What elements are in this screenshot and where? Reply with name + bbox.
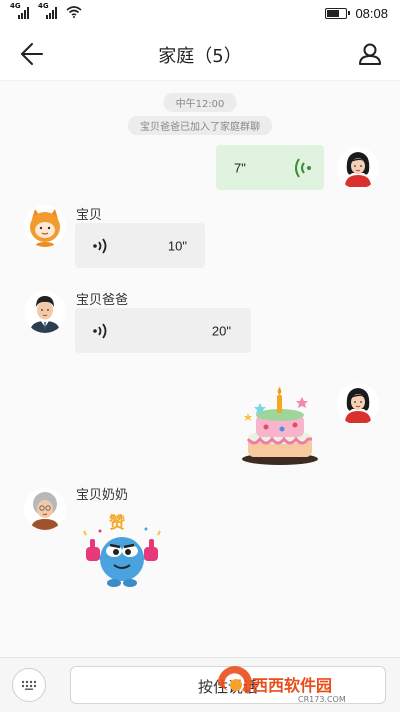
keyboard-toggle-button[interactable] — [12, 668, 46, 702]
input-bar: 按住说话 西西软件园 CR173.COM — [0, 657, 400, 712]
voice-wave-icon — [93, 322, 107, 339]
group-members-button[interactable] — [356, 40, 384, 68]
birthday-cake-icon — [242, 387, 318, 465]
system-notice: 宝贝爸爸已加入了家庭群聊 — [128, 116, 272, 135]
status-bar: 4G 4G 08:08 — [0, 0, 400, 28]
grandma-avatar-icon — [31, 492, 59, 530]
avatar-baby[interactable] — [24, 205, 66, 247]
sticker-caption: 赞 — [109, 513, 126, 532]
time-pill: 中午12:00 — [163, 93, 237, 112]
avatar-grandma[interactable] — [24, 488, 66, 530]
voice-duration: 20" — [211, 323, 231, 338]
avatar-dad[interactable] — [24, 291, 66, 333]
sticker-thumbs-up-monster[interactable]: 赞 — [76, 509, 168, 591]
avatar-me[interactable] — [337, 383, 379, 425]
sticker-birthday-cake[interactable] — [238, 383, 320, 469]
chat-area[interactable]: 中午12:00 宝贝爸爸已加入了家庭群聊 7" 宝贝 10" 宝贝爸爸 20" … — [0, 81, 400, 657]
watermark-text: 西西软件园 — [252, 676, 332, 695]
chat-header: 家庭（5） — [0, 28, 400, 81]
status-time: 08:08 — [355, 6, 388, 21]
voice-message-bubble[interactable]: 20" — [75, 308, 251, 353]
page-title: 家庭（5） — [158, 46, 242, 67]
watermark-url: CR173.COM — [298, 695, 346, 704]
watermark-logo-icon: 西西软件园 CR173.COM — [217, 666, 346, 704]
voice-message-bubble[interactable]: 10" — [75, 223, 205, 268]
voice-duration: 7" — [234, 160, 246, 175]
keyboard-icon — [21, 680, 37, 690]
status-right: 08:08 — [325, 6, 388, 21]
signal-icon: 4G — [10, 2, 32, 19]
sender-name: 宝贝爸爸 — [76, 293, 129, 308]
battery-icon — [325, 8, 351, 19]
watermark: 西西软件园 CR173.COM — [214, 664, 386, 706]
signal-icon-2: 4G — [38, 2, 60, 19]
man-avatar-icon — [30, 296, 60, 333]
baby-avatar-icon — [30, 209, 60, 247]
woman-avatar-icon — [345, 388, 371, 423]
sender-name: 宝贝奶奶 — [76, 488, 129, 503]
avatar-me[interactable] — [337, 147, 379, 189]
voice-duration: 10" — [167, 238, 187, 253]
status-left: 4G 4G — [10, 2, 82, 19]
voice-wave-icon — [93, 237, 107, 254]
voice-message-bubble[interactable]: 7" — [216, 145, 324, 190]
sender-name: 宝贝 — [76, 208, 103, 223]
woman-avatar-icon — [345, 152, 371, 187]
wifi-icon — [66, 6, 82, 18]
user-icon — [359, 43, 381, 65]
voice-wave-icon — [295, 157, 311, 178]
